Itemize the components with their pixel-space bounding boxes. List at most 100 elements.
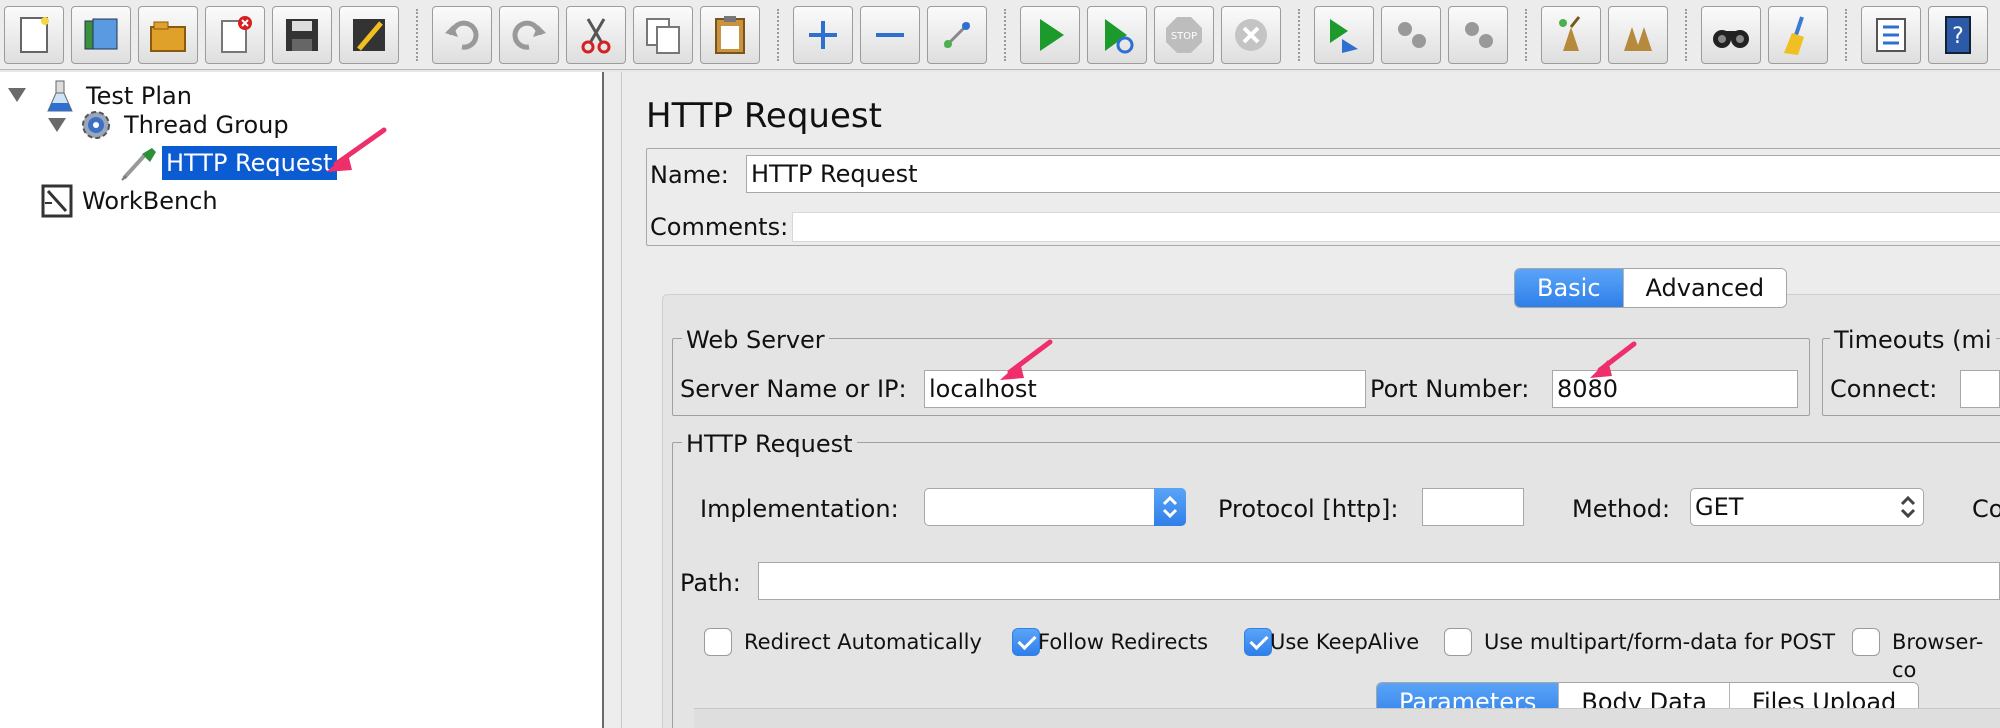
expand-all-button[interactable]	[793, 5, 853, 64]
clear-all-icon	[1624, 26, 1652, 51]
connect-timeout-label: Connect:	[1830, 375, 1938, 403]
search-icon	[1713, 29, 1749, 48]
search-button[interactable]	[1701, 5, 1761, 64]
remote-shutdown-all-button[interactable]	[1448, 5, 1508, 64]
stop-button[interactable]: STOP	[1154, 5, 1214, 64]
updown-chevron-icon[interactable]	[1892, 488, 1924, 526]
method-select[interactable]: GET	[1690, 488, 1924, 526]
path-label: Path:	[680, 569, 741, 597]
close-button[interactable]	[205, 5, 265, 64]
basic-advanced-tabs: Basic Advanced	[1514, 268, 1788, 308]
remote-start-all-button[interactable]	[1314, 5, 1374, 64]
gear-icon	[82, 111, 110, 139]
connect-timeout-input[interactable]	[1960, 370, 2000, 408]
copy-icon	[646, 17, 680, 54]
clear-all-button[interactable]	[1608, 5, 1668, 64]
open-button[interactable]	[138, 5, 198, 64]
paste-icon	[715, 15, 745, 54]
path-input[interactable]	[758, 562, 2000, 600]
tree-node-label: Thread Group	[124, 111, 289, 139]
annotation-arrow-icon	[326, 127, 387, 172]
close-icon	[221, 15, 252, 53]
toolbar-separator	[1845, 8, 1847, 61]
remote-stop-all-button[interactable]	[1381, 5, 1441, 64]
redo-icon	[512, 20, 546, 50]
undo-icon	[445, 20, 479, 50]
clear-button[interactable]	[1541, 5, 1601, 64]
remote-shutdown-icon	[1465, 21, 1493, 48]
help-icon: ?	[1945, 15, 1971, 54]
page-title: HTTP Request	[646, 96, 882, 136]
web-server-group-title: Web Server	[682, 326, 829, 354]
new-icon	[20, 16, 49, 53]
toolbar-separator	[777, 8, 779, 61]
save-button[interactable]	[272, 5, 332, 64]
tab-advanced[interactable]: Advanced	[1623, 269, 1787, 307]
annotation-arrow-icon	[1000, 339, 1053, 380]
redirect-automatically-label: Redirect Automatically	[744, 630, 982, 654]
cut-button[interactable]	[566, 5, 626, 64]
save-as-icon	[353, 18, 385, 51]
toggle-icon	[943, 21, 971, 48]
expand-icon	[809, 20, 837, 49]
tree-node-workbench[interactable]: WorkBench	[40, 182, 222, 220]
toolbar-separator	[416, 8, 418, 61]
test-plan-tree[interactable]: Test Plan Thread Group HTTP Request Work…	[0, 72, 604, 728]
collapse-all-button[interactable]	[860, 5, 920, 64]
start-no-pauses-icon	[1105, 18, 1134, 53]
server-name-input[interactable]: localhost	[924, 370, 1366, 408]
workbench-icon	[41, 184, 73, 218]
toggle-button[interactable]	[927, 5, 987, 64]
parameters-panel	[694, 708, 2000, 728]
reset-search-button[interactable]	[1768, 5, 1828, 64]
expand-toggle-test-plan[interactable]	[8, 88, 26, 102]
follow-redirects-label: Follow Redirects	[1038, 630, 1209, 654]
remote-start-icon	[1330, 18, 1358, 53]
pipette-icon	[121, 148, 156, 181]
browser-compatible-headers-checkbox[interactable]	[1852, 628, 1880, 656]
tree-node-label-selected: HTTP Request	[162, 146, 337, 180]
help-button[interactable]: ?	[1928, 5, 1988, 64]
tab-basic[interactable]: Basic	[1515, 269, 1624, 307]
start-no-pauses-button[interactable]	[1087, 5, 1147, 64]
start-icon	[1040, 18, 1064, 51]
timeouts-group-title: Timeouts (mi	[1830, 326, 1996, 354]
function-helper-button[interactable]	[1861, 5, 1921, 64]
use-keepalive-checkbox[interactable]	[1244, 628, 1272, 656]
paste-button[interactable]	[700, 5, 760, 64]
comments-input[interactable]	[792, 212, 2000, 242]
templates-button[interactable]	[71, 5, 131, 64]
undo-button[interactable]	[432, 5, 492, 64]
use-keepalive-label: Use KeepAlive	[1270, 630, 1420, 654]
start-button[interactable]	[1020, 5, 1080, 64]
name-input[interactable]: HTTP Request	[746, 155, 2000, 193]
shutdown-icon	[1235, 18, 1267, 51]
toolbar-separator	[1004, 8, 1006, 61]
save-as-button[interactable]	[339, 5, 399, 64]
flask-icon	[47, 80, 73, 112]
tree-node-label: WorkBench	[82, 187, 218, 215]
redirect-automatically-checkbox[interactable]	[704, 628, 732, 656]
redo-button[interactable]	[499, 5, 559, 64]
tree-node-thread-group[interactable]: Thread Group	[78, 106, 293, 144]
split-pane-divider[interactable]	[604, 72, 622, 728]
name-label: Name:	[650, 161, 729, 189]
clear-icon	[1559, 15, 1581, 51]
protocol-input[interactable]	[1422, 488, 1524, 526]
cut-icon	[581, 17, 611, 53]
content-encoding-label: Co	[1972, 495, 2000, 523]
new-button[interactable]	[4, 5, 64, 64]
follow-redirects-checkbox[interactable]	[1012, 628, 1040, 656]
copy-button[interactable]	[633, 5, 693, 64]
open-icon	[150, 21, 186, 52]
templates-icon	[84, 18, 118, 49]
tree-node-http-request[interactable]: HTTP Request	[118, 144, 337, 182]
expand-toggle-thread-group[interactable]	[48, 118, 66, 132]
implementation-dropdown-button[interactable]	[1154, 488, 1186, 526]
shutdown-button[interactable]	[1221, 5, 1281, 64]
function-helper-icon	[1876, 17, 1906, 52]
multipart-form-data-checkbox[interactable]	[1444, 628, 1472, 656]
implementation-select[interactable]	[924, 488, 1186, 526]
svg-text:?: ?	[1952, 24, 1964, 49]
http-request-group-title: HTTP Request	[682, 430, 857, 458]
